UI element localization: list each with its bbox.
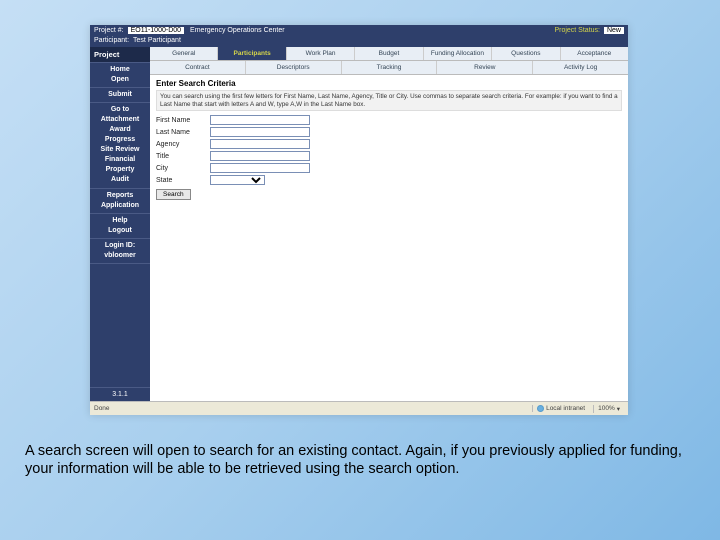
main-area: Project Home Open Submit Go to Attachmen…: [90, 47, 628, 401]
project-num-label: Project #:: [94, 27, 124, 34]
status-zoom-text: 100%: [598, 405, 615, 412]
field-row-agency: Agency: [156, 139, 622, 149]
sidebar-item-help[interactable]: Help: [90, 216, 150, 226]
tabs-row-2: Contract Descriptors Tracking Review Act…: [150, 61, 628, 75]
sidebar-group-5: Help Logout: [90, 214, 150, 239]
sidebar-item-financial[interactable]: Financial: [90, 155, 150, 165]
browser-status-bar: Done Local intranet 100% ▾: [90, 401, 628, 415]
sidebar-item-submit[interactable]: Submit: [90, 90, 150, 100]
label-last-name: Last Name: [156, 129, 204, 136]
input-last-name[interactable]: [210, 127, 310, 137]
input-agency[interactable]: [210, 139, 310, 149]
slide-caption: A search screen will open to search for …: [25, 442, 695, 478]
participant-label: Participant:: [94, 37, 129, 44]
sidebar-item-home[interactable]: Home: [90, 65, 150, 75]
participant-value: Test Participant: [133, 37, 181, 44]
sidebar-item-progress[interactable]: Progress: [90, 135, 150, 145]
label-state: State: [156, 177, 204, 184]
label-title: Title: [156, 153, 204, 160]
tab-participants[interactable]: Participants: [218, 47, 286, 60]
sidebar-item-application[interactable]: Application: [90, 201, 150, 211]
login-id-value: vbloomer: [90, 251, 150, 261]
globe-icon: [537, 405, 544, 412]
sidebar-group-2: Submit: [90, 88, 150, 103]
input-title[interactable]: [210, 151, 310, 161]
status-zone-text: Local intranet: [546, 405, 585, 412]
tab-descriptors[interactable]: Descriptors: [246, 61, 342, 74]
sidebar-item-award[interactable]: Award: [90, 125, 150, 135]
label-city: City: [156, 165, 204, 172]
sidebar-group-1: Home Open: [90, 63, 150, 88]
sidebar-group-3: Go to Attachment Award Progress Site Rev…: [90, 103, 150, 188]
field-row-state: State: [156, 175, 622, 185]
project-status-label: Project Status:: [554, 27, 600, 34]
search-heading: Enter Search Criteria: [156, 79, 622, 88]
app-window: Project #: EO11-1000-D00 Emergency Opera…: [90, 25, 628, 415]
participant-bar: Participant: Test Participant: [90, 36, 628, 47]
tab-activity-log[interactable]: Activity Log: [533, 61, 628, 74]
tab-work-plan[interactable]: Work Plan: [287, 47, 355, 60]
tab-contract[interactable]: Contract: [150, 61, 246, 74]
tab-general[interactable]: General: [150, 47, 218, 60]
status-zone: Local intranet: [532, 405, 589, 412]
field-row-title: Title: [156, 151, 622, 161]
sidebar-group-4: Reports Application: [90, 189, 150, 214]
content-area: General Participants Work Plan Budget Fu…: [150, 47, 628, 401]
version-label: 3.1.1: [90, 387, 150, 401]
status-left: Done: [94, 405, 110, 412]
input-city[interactable]: [210, 163, 310, 173]
tab-review[interactable]: Review: [437, 61, 533, 74]
tab-tracking[interactable]: Tracking: [342, 61, 438, 74]
search-section: Enter Search Criteria You can search usi…: [150, 75, 628, 204]
tab-acceptance[interactable]: Acceptance: [561, 47, 628, 60]
sidebar-login-info: Login ID: vbloomer: [90, 239, 150, 264]
status-zoom[interactable]: 100% ▾: [593, 405, 624, 413]
input-first-name[interactable]: [210, 115, 310, 125]
sidebar-item-attachment[interactable]: Attachment: [90, 115, 150, 125]
project-status-value: New: [604, 27, 624, 34]
field-row-last-name: Last Name: [156, 127, 622, 137]
tabs-row-1: General Participants Work Plan Budget Fu…: [150, 47, 628, 61]
project-header-bar: Project #: EO11-1000-D00 Emergency Opera…: [90, 25, 628, 36]
label-first-name: First Name: [156, 117, 204, 124]
tab-funding-allocation[interactable]: Funding Allocation: [424, 47, 492, 60]
sidebar-item-site-review[interactable]: Site Review: [90, 145, 150, 155]
search-button[interactable]: Search: [156, 189, 191, 200]
sidebar: Project Home Open Submit Go to Attachmen…: [90, 47, 150, 401]
field-row-first-name: First Name: [156, 115, 622, 125]
sidebar-item-open[interactable]: Open: [90, 75, 150, 85]
chevron-down-icon: ▾: [617, 405, 620, 413]
tab-budget[interactable]: Budget: [355, 47, 423, 60]
sidebar-item-logout[interactable]: Logout: [90, 226, 150, 236]
sidebar-item-property[interactable]: Property: [90, 165, 150, 175]
sidebar-item-goto[interactable]: Go to: [90, 105, 150, 115]
search-help-text: You can search using the first few lette…: [156, 90, 622, 111]
sidebar-heading: Project: [90, 47, 150, 63]
select-state[interactable]: [210, 175, 265, 185]
project-num-value: EO11-1000-D00: [128, 27, 184, 34]
login-id-label: Login ID:: [90, 241, 150, 251]
field-row-city: City: [156, 163, 622, 173]
sidebar-item-reports[interactable]: Reports: [90, 191, 150, 201]
tab-questions[interactable]: Questions: [492, 47, 560, 60]
label-agency: Agency: [156, 141, 204, 148]
project-desc: Emergency Operations Center: [190, 27, 285, 34]
sidebar-item-audit[interactable]: Audit: [90, 175, 150, 185]
